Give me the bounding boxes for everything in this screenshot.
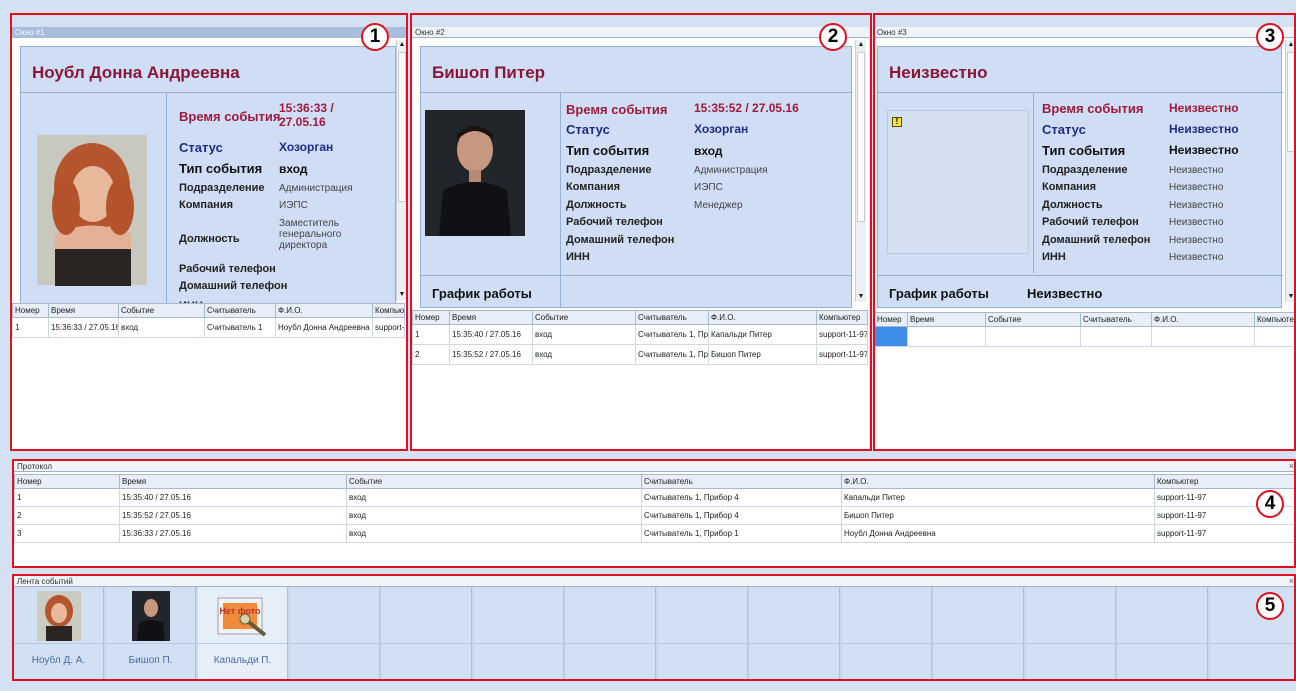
callout-badge-4: 4 xyxy=(1256,490,1284,518)
callout-frame-5 xyxy=(12,574,1296,681)
callout-frame-3 xyxy=(873,13,1296,451)
callout-badge-1: 1 xyxy=(361,23,389,51)
callout-badge-5: 5 xyxy=(1256,592,1284,620)
callout-frame-1 xyxy=(10,13,408,451)
callout-frame-4 xyxy=(12,459,1296,568)
callout-badge-2: 2 xyxy=(819,23,847,51)
callout-frame-2 xyxy=(410,13,872,451)
app-root: Окно #1 Ноубл Донна Андреевна Время собы… xyxy=(0,0,1296,691)
callout-badge-3: 3 xyxy=(1256,23,1284,51)
